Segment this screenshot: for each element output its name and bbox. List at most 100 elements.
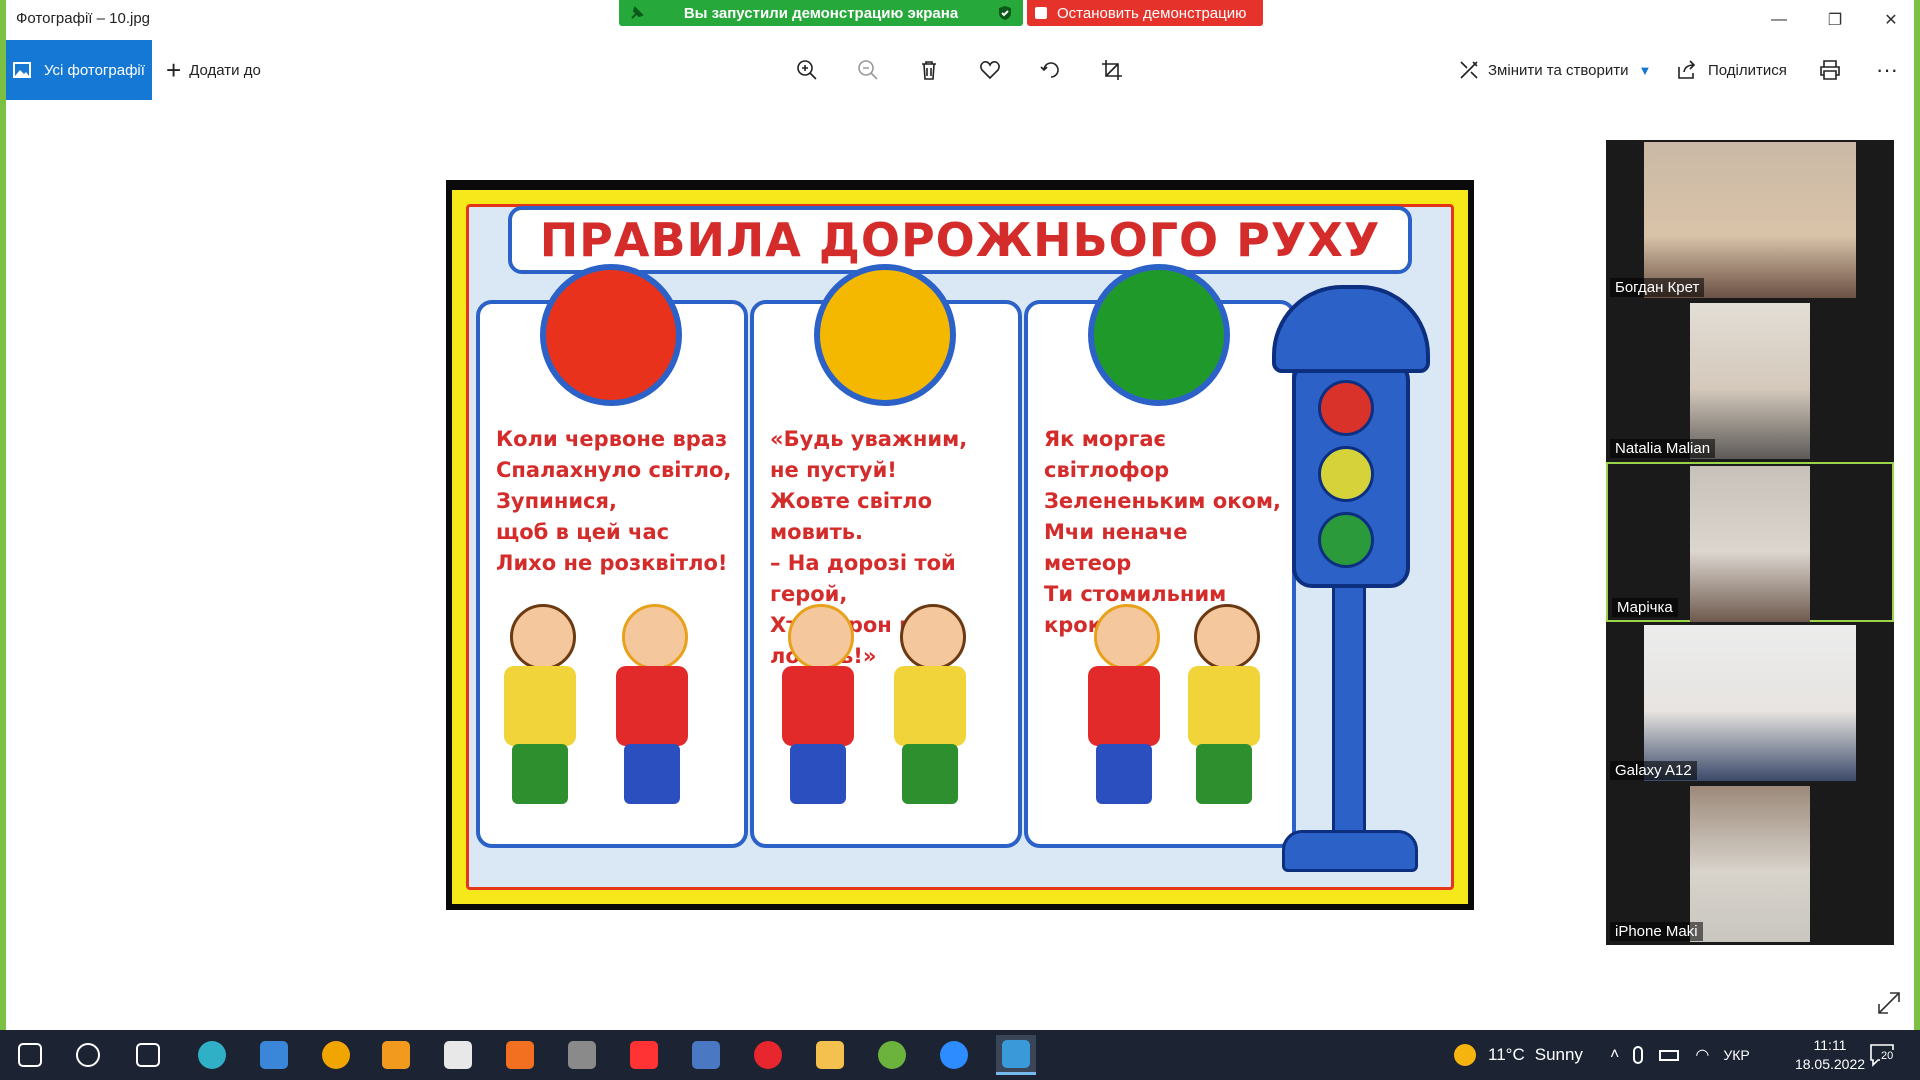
file-explorer-icon[interactable]	[810, 1035, 850, 1075]
share-label: Поділитися	[1708, 61, 1787, 79]
expand-icon[interactable]	[1876, 990, 1904, 1018]
share-button[interactable]: Поділитися	[1676, 40, 1787, 100]
poster-panel-green: Як моргає світлофор Зелененьким оком, Мч…	[1024, 264, 1296, 848]
more-options-button[interactable]: ···	[1876, 40, 1898, 100]
shield-icon	[997, 5, 1013, 21]
screen-share-status: Вы запустили демонстрацию экрана	[619, 0, 1023, 26]
close-button[interactable]: ✕	[1868, 0, 1914, 40]
restore-button[interactable]: ❐	[1812, 0, 1858, 40]
zoom-participants-panel: Богдан Крет Natalia Malian Марічка Galax…	[1606, 140, 1894, 945]
opera-icon[interactable]	[748, 1035, 788, 1075]
girl-figure	[494, 604, 586, 804]
participant-name: Natalia Malian	[1610, 439, 1716, 458]
participant-video	[1690, 786, 1810, 942]
crop-icon[interactable]	[1096, 54, 1128, 86]
boy-figure	[606, 604, 698, 804]
participant-name: iPhone Maki	[1610, 922, 1703, 941]
boy-figure	[772, 604, 864, 804]
language-indicator[interactable]: УКР	[1723, 1047, 1749, 1063]
search-icon[interactable]	[68, 1035, 108, 1075]
green-light	[1088, 264, 1230, 406]
edge-icon[interactable]	[192, 1035, 232, 1075]
zoom-icon[interactable]	[934, 1035, 974, 1075]
participant-tile[interactable]: iPhone Maki	[1606, 784, 1894, 944]
print-icon[interactable]	[1814, 54, 1846, 86]
weather-text: Sunny	[1534, 1045, 1583, 1064]
heart-icon[interactable]	[974, 54, 1006, 86]
utorrent-icon[interactable]	[872, 1035, 912, 1075]
clock[interactable]: 11:11 18.05.2022	[1780, 1036, 1880, 1074]
start-icon[interactable]	[10, 1035, 50, 1075]
sun-icon	[1454, 1044, 1476, 1066]
zoom-out-icon[interactable]	[852, 54, 884, 86]
media-player-icon[interactable]	[376, 1035, 416, 1075]
edit-create-button[interactable]: Змінити та створити ▼	[1458, 40, 1651, 100]
notification-count: 20	[1880, 1050, 1895, 1062]
traffic-rules-poster: ПРАВИЛА ДОРОЖНЬОГО РУХУ Коли червоне вра…	[446, 180, 1474, 910]
microphone-icon[interactable]	[1633, 1046, 1644, 1064]
clock-time: 11:11	[1813, 1037, 1847, 1053]
girl-figure	[1178, 604, 1270, 804]
notifications-button[interactable]: 20	[1868, 1040, 1898, 1070]
tl-red-lamp	[1318, 380, 1374, 436]
camera-app-icon[interactable]	[562, 1035, 602, 1075]
red-light	[540, 264, 682, 406]
photos-icon[interactable]	[996, 1035, 1036, 1075]
store-icon[interactable]	[254, 1035, 294, 1075]
battery-icon[interactable]	[1659, 1049, 1680, 1061]
toolbar: Усі фотографії + Додати до Змінити та ст…	[6, 40, 1914, 100]
participant-name: Марічка	[1612, 598, 1678, 617]
all-photos-label: Усі фотографії	[44, 61, 145, 79]
clock-date: 18.05.2022	[1794, 1056, 1866, 1072]
tl-yellow-lamp	[1318, 446, 1374, 502]
photo-icon	[12, 60, 32, 80]
stop-share-button[interactable]: Остановить демонстрацию	[1027, 0, 1263, 26]
share-icon	[1676, 59, 1698, 81]
weather-temp: 11°C	[1488, 1045, 1525, 1064]
stop-share-label: Остановить демонстрацию	[1057, 4, 1247, 22]
task-view-icon[interactable]	[128, 1035, 168, 1075]
zoom-in-icon[interactable]	[791, 54, 823, 86]
add-to-label: Додати до	[189, 61, 261, 79]
minimize-button[interactable]: —	[1756, 0, 1802, 40]
all-photos-button[interactable]: Усі фотографії	[6, 40, 152, 100]
orange-app-icon[interactable]	[500, 1035, 540, 1075]
floppy-icon[interactable]	[686, 1035, 726, 1075]
participant-tile[interactable]: Natalia Malian	[1606, 301, 1894, 461]
participant-tile[interactable]: Galaxy A12	[1606, 623, 1894, 783]
add-to-button[interactable]: + Додати до	[166, 40, 261, 100]
trash-icon[interactable]	[913, 54, 945, 86]
chevron-up-icon[interactable]: ˄	[1610, 1046, 1619, 1064]
wifi-icon[interactable]: ◠	[1695, 1045, 1709, 1065]
participant-video	[1690, 303, 1810, 459]
participant-name: Galaxy A12	[1610, 761, 1697, 780]
edit-create-label: Змінити та створити	[1488, 61, 1629, 79]
plus-icon: +	[166, 54, 182, 85]
edit-create-icon	[1458, 59, 1480, 81]
poster-panel-yellow: «Будь уважним, не пустуй! Жовте світло м…	[750, 264, 1022, 848]
poster-panel-red: Коли червоне враз Спалахнуло світло, Зуп…	[476, 264, 748, 848]
participant-name: Богдан Крет	[1610, 278, 1705, 297]
rotate-icon[interactable]	[1035, 54, 1067, 86]
participant-tile[interactable]: Богдан Крет	[1606, 140, 1894, 300]
tl-green-lamp	[1318, 512, 1374, 568]
girl-figure	[884, 604, 976, 804]
poem-red: Коли червоне враз Спалахнуло світло, Зуп…	[496, 427, 732, 575]
traffic-light-character	[1292, 360, 1410, 588]
poster-title-box: ПРАВИЛА ДОРОЖНЬОГО РУХУ	[508, 206, 1412, 274]
weather-widget[interactable]: 11°C Sunny	[1454, 1030, 1583, 1080]
poster-title: ПРАВИЛА ДОРОЖНЬОГО РУХУ	[539, 213, 1381, 267]
yandex-icon[interactable]	[624, 1035, 664, 1075]
traffic-light-pole	[1332, 550, 1366, 846]
chevron-down-icon: ▼	[1638, 62, 1652, 78]
participant-video	[1644, 625, 1856, 781]
movie-maker-icon[interactable]	[438, 1035, 478, 1075]
windows-taskbar: 11°C Sunny ˄ ◠ УКР 11:11 18.05.2022 20	[0, 1030, 1920, 1080]
yellow-light	[814, 264, 956, 406]
window-title: Фотографії – 10.jpg	[16, 10, 151, 27]
system-tray: ˄ ◠ УКР	[1610, 1030, 1750, 1080]
poster-background: ПРАВИЛА ДОРОЖНЬОГО РУХУ Коли червоне вра…	[452, 190, 1468, 904]
participant-tile[interactable]: Марічка	[1606, 462, 1894, 622]
triangle-app-icon[interactable]	[316, 1035, 356, 1075]
stop-icon	[1035, 7, 1047, 19]
